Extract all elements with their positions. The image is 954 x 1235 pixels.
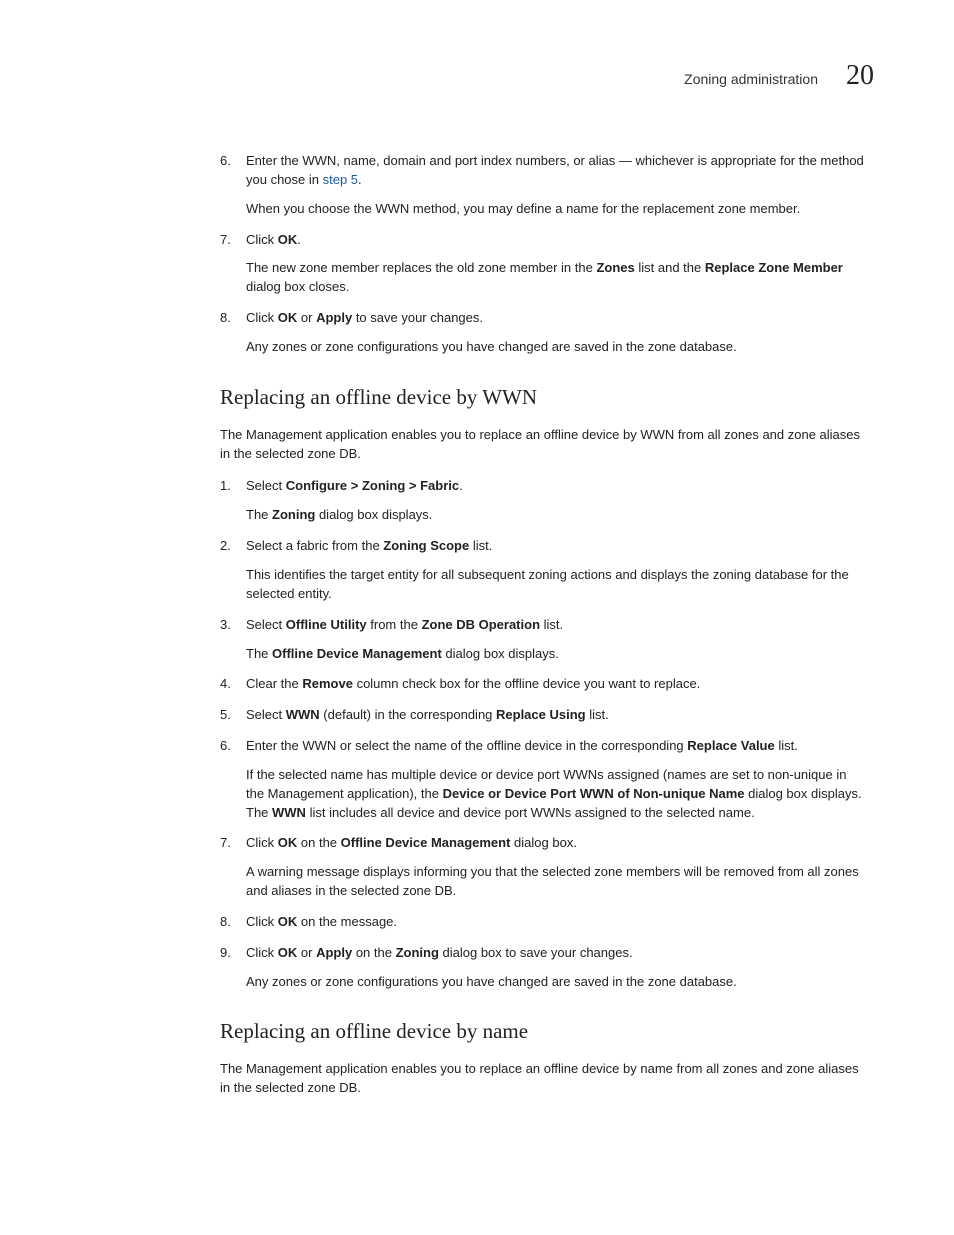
step-number: 7. [220,834,231,853]
steps-wwn: 1. Select Configure > Zoning > Fabric. The… [220,477,864,991]
step-text: Clear the Remove column check box for th… [246,675,864,694]
step-text: The Zoning dialog box displays. [246,506,864,525]
step-text: The new zone member replaces the old zon… [246,259,864,297]
chapter-number: 20 [846,60,874,92]
section-heading-wwn: Replacing an offline device by WWN [220,385,864,410]
step-text: Any zones or zone configurations you hav… [246,973,864,992]
step-text: Click OK or Apply on the Zoning dialog b… [246,944,864,963]
step-text: If the selected name has multiple device… [246,766,864,823]
step-text: Select Offline Utility from the Zone DB … [246,616,864,635]
step-number: 2. [220,537,231,556]
step-item: 9. Click OK or Apply on the Zoning dialog… [220,944,864,992]
step-text: Click OK on the message. [246,913,864,932]
page-content: 6. Enter the WWN, name, domain and port i… [70,152,884,1098]
step-item: 2. Select a fabric from the Zoning Scope … [220,537,864,604]
step-text: Select a fabric from the Zoning Scope li… [246,537,864,556]
step-item: 1. Select Configure > Zoning > Fabric. The… [220,477,864,525]
step-number: 6. [220,152,231,171]
step-item: 8. Click OK or Apply to save your changes… [220,309,864,357]
header-title: Zoning administration [684,71,818,87]
step-item: 3. Select Offline Utility from the Zone D… [220,616,864,664]
step-item: 4. Clear the Remove column check box for … [220,675,864,694]
step-number: 3. [220,616,231,635]
step-text: Click OK or Apply to save your changes. [246,309,864,328]
step-text: Select WWN (default) in the correspondin… [246,706,864,725]
step-text: This identifies the target entity for al… [246,566,864,604]
intro-name: The Management application enables you t… [220,1060,864,1098]
step-text: A warning message displays informing you… [246,863,864,901]
intro-wwn: The Management application enables you t… [220,426,864,464]
step-item: 6. Enter the WWN or select the name of th… [220,737,864,822]
step-item: 6. Enter the WWN, name, domain and port i… [220,152,864,219]
step-text: When you choose the WWN method, you may … [246,200,864,219]
step-text: Enter the WWN or select the name of the … [246,737,864,756]
step-number: 8. [220,913,231,932]
step-text: The Offline Device Management dialog box… [246,645,864,664]
step-item: 5. Select WWN (default) in the correspond… [220,706,864,725]
step-number: 4. [220,675,231,694]
step-number: 6. [220,737,231,756]
step-number: 8. [220,309,231,328]
step-text: Select Configure > Zoning > Fabric. [246,477,864,496]
step-item: 7. Click OK on the Offline Device Managem… [220,834,864,901]
step-number: 9. [220,944,231,963]
step-number: 5. [220,706,231,725]
step-text: Click OK. [246,231,864,250]
step-text: Click OK on the Offline Device Managemen… [246,834,864,853]
step-text: Any zones or zone configurations you hav… [246,338,864,357]
step-number: 1. [220,477,231,496]
step-number: 7. [220,231,231,250]
step-item: 7. Click OK. The new zone member replaces … [220,231,864,298]
section-heading-name: Replacing an offline device by name [220,1019,864,1044]
steps-continued: 6. Enter the WWN, name, domain and port i… [220,152,864,357]
step-text: Enter the WWN, name, domain and port ind… [246,152,864,190]
step-item: 8. Click OK on the message. [220,913,864,932]
page-header: Zoning administration 20 [70,60,884,92]
